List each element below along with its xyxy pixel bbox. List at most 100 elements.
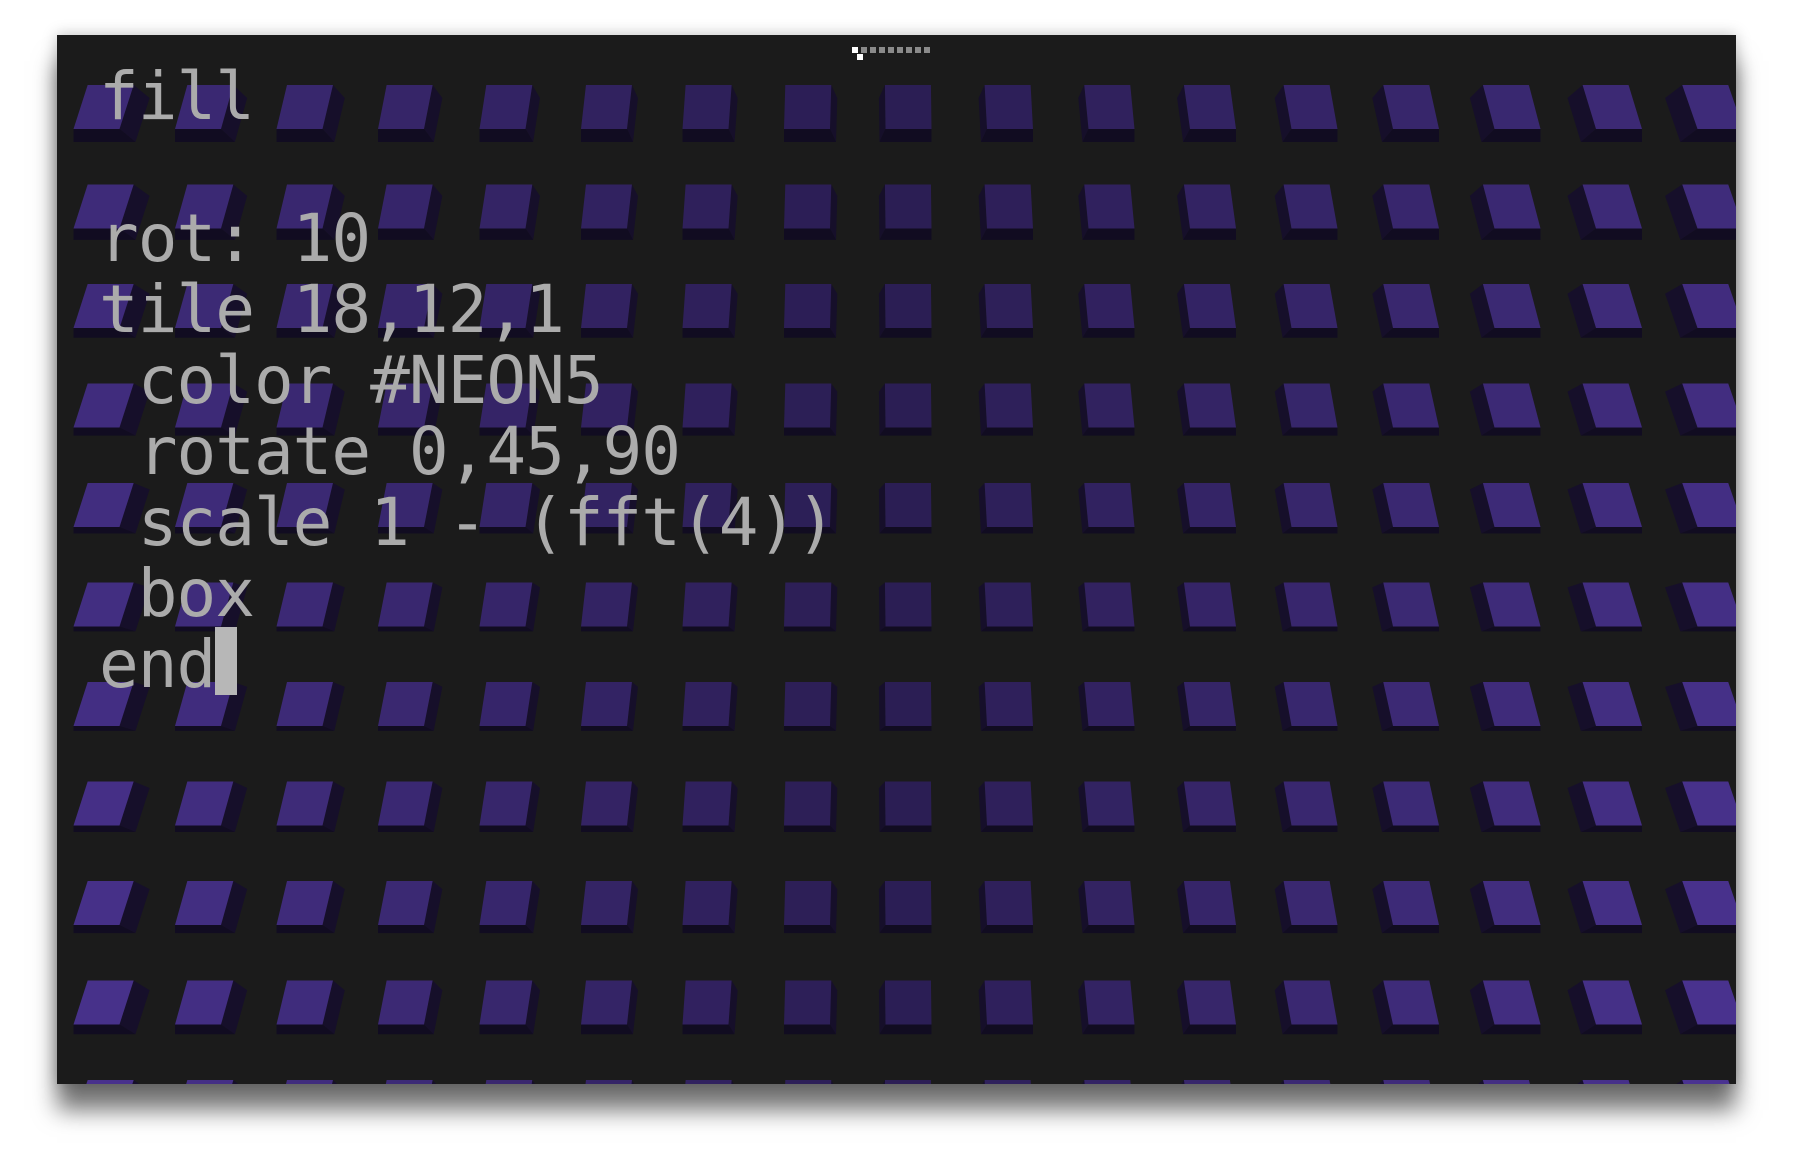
cube-tile [978,184,1033,240]
cube-tile [585,1080,635,1084]
cube-tile [878,781,932,832]
cube-tile [1177,85,1236,142]
cube-tile [1177,881,1236,934]
scene-indicator [852,45,952,61]
code-line-1[interactable]: fill [99,61,835,132]
cube-tile [1372,781,1439,832]
cube-tile [1665,781,1736,832]
cube-tile [276,980,345,1035]
indicator-dot [924,47,930,53]
cube-tile [978,284,1033,338]
cube-tile [1469,682,1541,731]
cube-tile [878,284,932,338]
cube-tile [1274,781,1338,832]
cube-tile [1665,582,1736,632]
cube-tile [1665,383,1736,436]
cube-tile [682,881,738,934]
cube-tile [485,1080,535,1084]
code-line-7[interactable]: scale 1 - (fft(4)) [99,487,836,558]
cube-tile [581,781,638,832]
code-line-6[interactable]: rotate 0,45,90 [99,416,835,487]
cube-tile [1078,85,1135,142]
cube-tile [175,781,248,832]
cube-tile [978,383,1033,436]
cube-tile [1078,781,1135,832]
code-line-4[interactable]: tile 18,12,1 [99,274,835,345]
cube-tile [175,881,248,934]
cube-tile [1567,483,1642,534]
cube-tile [1665,85,1736,142]
cube-tile [1078,184,1135,240]
indicator-dot [897,47,903,53]
cube-tile [479,980,540,1035]
cube-tile [1665,881,1736,934]
code-line-5[interactable]: color #NEON5 [99,345,835,416]
cube-tile [1177,483,1236,534]
cube-tile [1469,85,1541,142]
cube-tile [1567,284,1642,338]
cube-tile [1478,1080,1530,1084]
cube-tile [286,1080,338,1084]
cube-tile [1567,85,1642,142]
cube-tile [175,980,248,1035]
cube-tile [1567,980,1642,1035]
cube-tile [1567,184,1642,240]
cube-tile [1567,383,1642,436]
cube-tile [878,483,932,534]
cube-tile [1177,682,1236,731]
indicator-dot [879,47,885,53]
cube-tile [1078,980,1135,1035]
cube-tile [1078,881,1135,934]
cube-tile [73,781,150,832]
cube-tile [1274,682,1338,731]
code-line-2[interactable] [99,132,835,203]
cube-tile [1469,881,1541,934]
cube-tile [73,881,150,934]
indicator-dot [852,47,858,53]
cube-tile [1567,881,1642,934]
code-editor[interactable]: fill rot: 10 tile 18,12,1 color #NEON5 r… [99,61,836,703]
cube-tile [1469,184,1541,240]
cube-tile [1469,483,1541,534]
cube-tile [878,383,932,436]
cube-tile [878,582,932,632]
cube-tile [1274,85,1338,142]
cube-tile [784,980,838,1035]
app-window: fill rot: 10 tile 18,12,1 color #NEON5 r… [57,35,1736,1084]
cube-tile [878,85,932,142]
cube-tile [682,781,738,832]
cube-tile [1372,881,1439,934]
code-line-9[interactable]: end [99,626,835,703]
cube-tile [1177,284,1236,338]
cube-tile [878,682,932,731]
cube-tile [1177,184,1236,240]
cube-tile [982,1080,1031,1084]
cube-tile [186,1080,239,1084]
cube-tile [1274,881,1338,934]
cube-tile [1078,284,1135,338]
cube-tile [1078,483,1135,534]
code-line-9-text: end [99,626,216,703]
cube-tile [1372,483,1439,534]
code-line-3[interactable]: rot: 10 [99,203,835,274]
indicator-dot-marker [857,54,863,60]
cube-tile [878,980,932,1035]
cube-tile [1274,284,1338,338]
code-line-8[interactable]: box [99,558,835,629]
cube-tile [1372,284,1439,338]
cube-tile [1469,980,1541,1035]
indicator-dot [888,47,894,53]
cube-tile [784,881,838,934]
cube-tile [378,781,443,832]
cube-tile [581,881,638,934]
cube-tile [1379,1080,1431,1084]
cube-tile [978,682,1033,731]
indicator-dot [915,47,921,53]
cube-tile [1665,284,1736,338]
indicator-dot [861,47,867,53]
cube-tile [878,881,932,934]
cube-tile [1372,682,1439,731]
cube-tile [784,781,838,832]
cube-tile [1665,682,1736,731]
cube-tile [878,184,932,240]
